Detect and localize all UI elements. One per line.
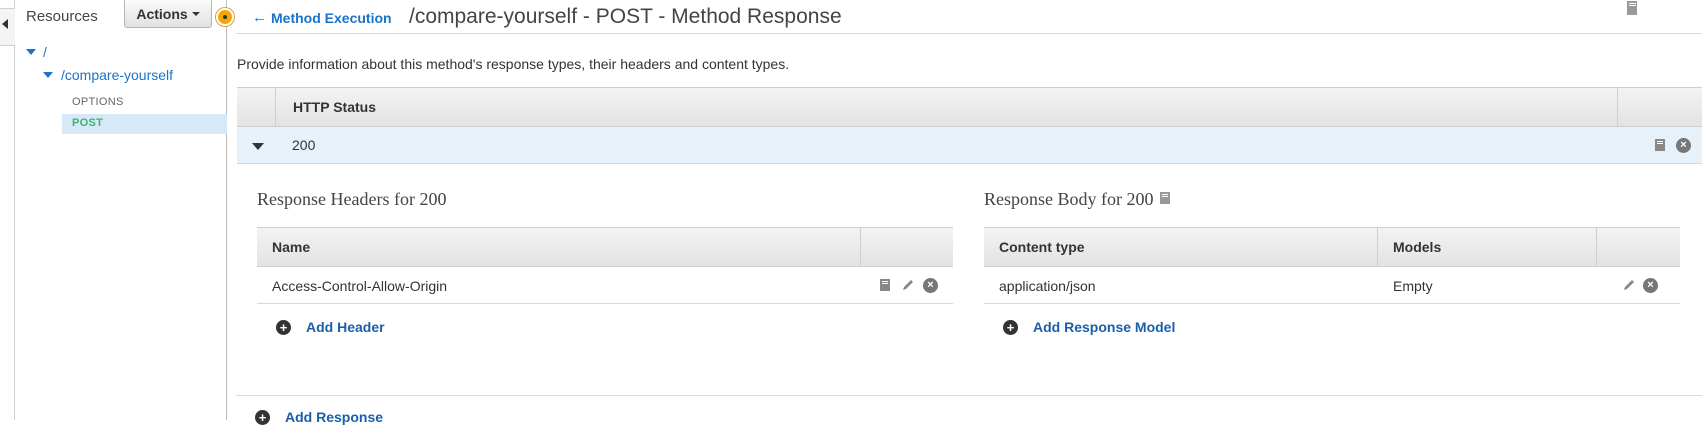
collapse-panel-icon: [2, 19, 8, 29]
name-column-header: Name: [272, 239, 311, 255]
page-description: Provide information about this method's …: [237, 56, 790, 72]
content-type-cell: application/json: [999, 278, 1096, 294]
divider: [236, 33, 1702, 34]
back-arrow-icon: ←: [252, 9, 267, 26]
header-name-cell: Access-Control-Allow-Origin: [272, 278, 448, 294]
tree-item-compare-yourself[interactable]: /compare-yourself: [61, 67, 173, 83]
book-icon[interactable]: [1158, 191, 1172, 208]
tree-item-root[interactable]: /: [43, 44, 47, 60]
book-icon[interactable]: [1653, 138, 1667, 155]
tree-method-post[interactable]: POST: [72, 117, 103, 129]
remove-icon[interactable]: ×: [1676, 138, 1691, 153]
add-header-link[interactable]: Add Header: [306, 319, 385, 335]
status-row-200[interactable]: [237, 127, 1702, 164]
content-type-column-header: Content type: [999, 239, 1085, 255]
back-link-label: Method Execution: [271, 9, 392, 26]
model-cell: Empty: [1393, 278, 1433, 294]
row-divider: [984, 303, 1680, 304]
status-code: 200: [292, 137, 316, 153]
response-headers-table-header: [257, 227, 953, 267]
back-to-method-execution-link[interactable]: ← Method Execution: [252, 9, 392, 26]
remove-icon[interactable]: ×: [923, 278, 938, 293]
remove-icon[interactable]: ×: [1643, 278, 1658, 293]
response-body-title: Response Body for 200: [984, 189, 1154, 209]
status-table-header: [237, 87, 1702, 127]
actions-button[interactable]: Actions: [124, 0, 212, 28]
collapse-row-icon[interactable]: [252, 143, 264, 150]
http-status-column-header: HTTP Status: [293, 99, 376, 115]
response-body-table-header: [984, 227, 1680, 267]
row-divider: [257, 303, 953, 304]
tree-caret-down-icon[interactable]: [26, 49, 36, 55]
tree-method-options[interactable]: OPTIONS: [72, 96, 124, 108]
caret-down-icon: [191, 11, 200, 16]
add-icon: +: [255, 410, 270, 425]
resources-panel: [15, 0, 227, 420]
response-body-title-wrap: Response Body for 200: [984, 189, 1172, 210]
response-headers-title: Response Headers for 200: [257, 189, 447, 209]
add-response-link[interactable]: Add Response: [285, 409, 383, 425]
actions-label: Actions: [136, 5, 188, 22]
panel-resize-handle[interactable]: [216, 8, 234, 26]
page-title: /compare-yourself - POST - Method Respon…: [409, 5, 842, 28]
pencil-icon[interactable]: [901, 278, 915, 295]
add-icon: +: [1003, 320, 1018, 335]
pencil-icon[interactable]: [1622, 278, 1636, 295]
book-icon[interactable]: [878, 278, 892, 295]
add-response-model-link[interactable]: Add Response Model: [1033, 319, 1175, 335]
book-icon[interactable]: [1624, 0, 1640, 19]
add-icon: +: [276, 320, 291, 335]
tree-caret-down-icon[interactable]: [43, 72, 53, 78]
resources-title: Resources: [26, 8, 98, 25]
left-rail: [0, 0, 15, 420]
models-column-header: Models: [1393, 239, 1442, 255]
divider: [236, 395, 1702, 396]
